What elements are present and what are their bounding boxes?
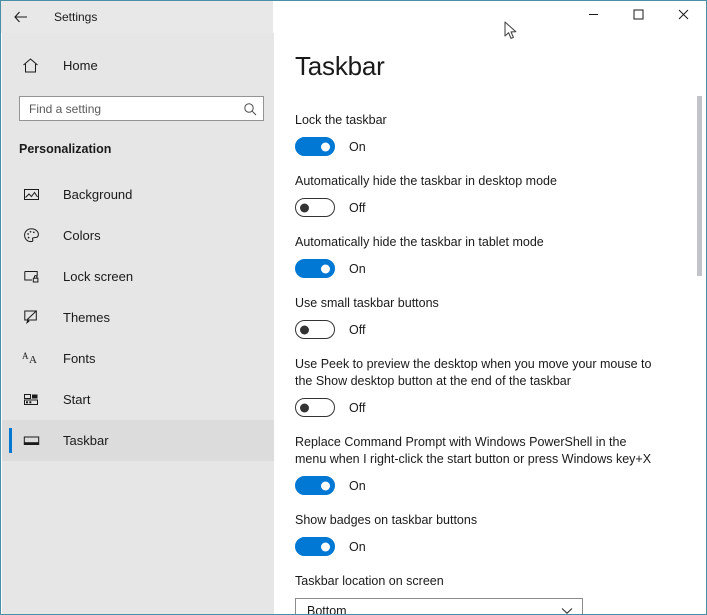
setting-autohide-desktop-mode: Automatically hide the taskbar in deskto… [295,173,706,217]
maximize-icon [633,7,644,25]
title-bar: Settings [1,1,706,33]
toggle-row: On [295,537,706,556]
toggle-state-label: On [349,539,366,554]
toggle-autohide-tablet-mode[interactable] [295,259,335,278]
dropdown-value: Bottom [307,603,347,615]
page-title: Taskbar [295,51,385,81]
setting-label: Use small taskbar buttons [295,296,439,310]
toggle-knob [321,481,330,490]
home-icon [18,53,42,77]
setting-taskbar-location: Taskbar location on screen Bottom [295,573,706,615]
setting-label: Lock the taskbar [295,113,387,127]
toggle-state-label: Off [349,200,366,215]
setting-label: Show badges on taskbar buttons [295,513,478,527]
chevron-down-icon [561,607,573,615]
content-scrollbar-thumb[interactable] [697,96,702,276]
sidebar-item-label: Fonts [63,351,96,366]
toggle-replace-command-prompt[interactable] [295,476,335,495]
sidebar-category-title: Personalization [19,142,112,156]
palette-icon [19,224,43,248]
setting-label: Automatically hide the taskbar in deskto… [295,174,557,188]
sidebar-item-label: Colors [63,228,101,243]
toggle-autohide-desktop-mode[interactable] [295,198,335,217]
sidebar-item-home[interactable]: Home [2,46,274,84]
fonts-aa-icon: A A [19,347,43,371]
content-scrollbar-track[interactable] [693,33,705,614]
sidebar-item-label: Themes [63,310,110,325]
toggle-knob [300,403,309,412]
setting-label: Automatically hide the taskbar in tablet… [295,235,544,249]
toggle-knob [300,325,309,334]
window-controls [273,1,706,33]
title-bar-left: Settings [1,1,273,33]
setting-autohide-tablet-mode: Automatically hide the taskbar in tablet… [295,234,706,278]
setting-label: Use Peek to preview the desktop when you… [295,357,652,388]
sidebar-item-themes[interactable]: Themes [2,297,274,338]
settings-content: Taskbar Lock the taskbar On Automaticall… [274,33,706,615]
back-arrow-icon [13,9,29,25]
setting-small-taskbar-buttons: Use small taskbar buttons Off [295,295,706,339]
sidebar-item-background[interactable]: Background [2,174,274,215]
setting-use-peek: Use Peek to preview the desktop when you… [295,356,706,417]
sidebar-item-label: Start [63,392,91,407]
toggle-row: Off [295,320,706,339]
toggle-knob [321,142,330,151]
setting-replace-command-prompt: Replace Command Prompt with Windows Powe… [295,434,706,495]
toggle-row: Off [295,398,706,417]
svg-text:A: A [29,354,37,366]
toggle-state-label: On [349,139,366,154]
back-button[interactable] [1,1,41,33]
close-button[interactable] [661,1,706,31]
toggle-row: Off [295,198,706,217]
sidebar-item-home-label: Home [63,57,98,73]
sidebar-nav-list: Background Colors Lock screen Themes A A… [2,174,274,461]
search-icon[interactable] [237,97,263,120]
toggle-row: On [295,476,706,495]
sidebar-item-label: Background [63,187,133,202]
toggle-row: On [295,137,706,156]
sidebar-item-label: Taskbar [63,433,109,448]
themes-brush-icon [19,306,43,330]
sidebar: Home Personalization Backgroun [2,33,274,614]
toggle-row: On [295,259,706,278]
sidebar-item-fonts[interactable]: A A Fonts [2,338,274,379]
setting-label: Replace Command Prompt with Windows Powe… [295,435,652,466]
toggle-knob [300,203,309,212]
sidebar-item-taskbar[interactable]: Taskbar [2,420,274,461]
setting-show-badges: Show badges on taskbar buttons On [295,512,706,556]
settings-window: Settings Home Find a setting Personaliza… [0,0,707,615]
toggle-lock-the-taskbar[interactable] [295,137,335,156]
search-input[interactable] [20,97,237,120]
start-tiles-icon [19,388,43,412]
toggle-state-label: Off [349,322,366,337]
minimize-icon [588,7,599,25]
svg-text:A: A [22,351,29,361]
toggle-knob [321,264,330,273]
toggle-use-peek[interactable] [295,398,335,417]
settings-content-pane: Taskbar Lock the taskbar On Automaticall… [274,33,706,615]
sidebar-item-lock-screen[interactable]: Lock screen [2,256,274,297]
toggle-state-label: On [349,478,366,493]
sidebar-item-start[interactable]: Start [2,379,274,420]
toggle-knob [321,542,330,551]
sidebar-item-colors[interactable]: Colors [2,215,274,256]
picture-icon [19,183,43,207]
taskbar-icon [19,429,43,453]
sidebar-item-label: Lock screen [63,269,134,284]
search-box[interactable] [19,96,264,121]
minimize-button[interactable] [571,1,616,31]
toggle-state-label: On [349,261,366,276]
toggle-small-taskbar-buttons[interactable] [295,320,335,339]
toggle-state-label: Off [349,400,366,415]
setting-lock-the-taskbar: Lock the taskbar On [295,112,706,156]
dropdown-taskbar-location[interactable]: Bottom [295,598,583,615]
lock-screen-icon [19,265,43,289]
setting-label: Taskbar location on screen [295,574,444,588]
app-title: Settings [54,10,98,24]
close-icon [678,7,689,25]
toggle-show-badges[interactable] [295,537,335,556]
maximize-button[interactable] [616,1,661,31]
